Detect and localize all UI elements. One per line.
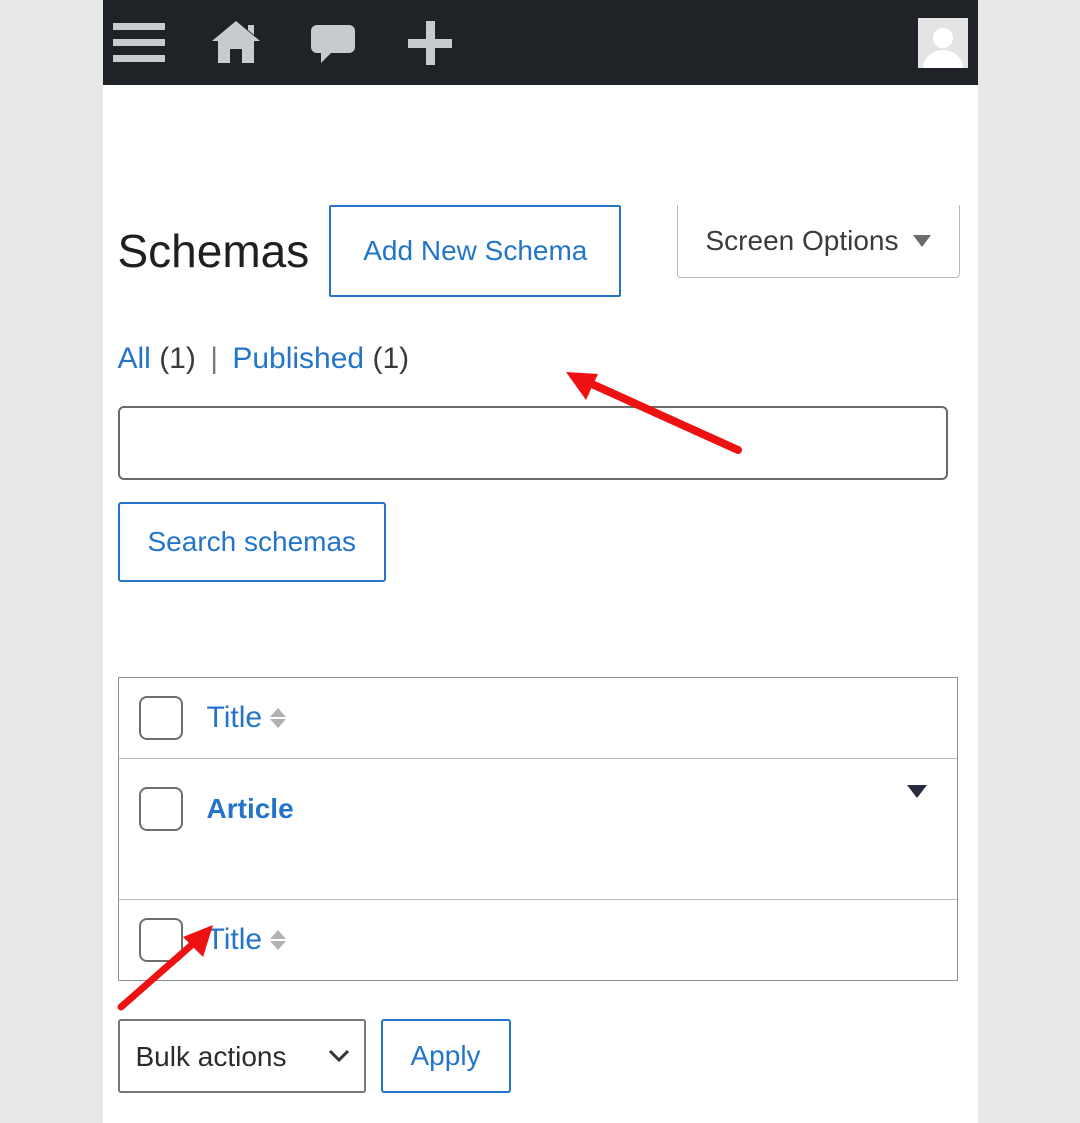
row-expand-icon[interactable] xyxy=(907,785,927,798)
comment-icon[interactable] xyxy=(307,17,359,69)
apply-button[interactable]: Apply xyxy=(381,1019,511,1093)
filter-all-link[interactable]: All xyxy=(118,342,151,375)
filter-published-link[interactable]: Published xyxy=(232,342,364,375)
table-footer-row: Title xyxy=(119,900,957,980)
page-title: Schemas xyxy=(118,224,310,278)
row-checkbox[interactable] xyxy=(139,787,183,831)
add-new-schema-button[interactable]: Add New Schema xyxy=(329,205,621,297)
column-footer-title[interactable]: Title xyxy=(207,923,287,957)
select-all-checkbox[interactable] xyxy=(139,696,183,740)
table-row: Article xyxy=(119,759,957,900)
filter-all-count: (1) xyxy=(159,342,196,375)
sort-icon xyxy=(270,708,286,728)
caret-down-icon xyxy=(913,235,931,247)
plus-icon[interactable] xyxy=(404,17,456,69)
admin-topbar xyxy=(103,0,978,85)
status-filters: All (1) | Published (1) xyxy=(118,342,963,376)
hamburger-menu-icon[interactable] xyxy=(113,17,165,69)
schemas-table: Title Article Title xyxy=(118,677,958,981)
search-schemas-button[interactable]: Search schemas xyxy=(118,502,387,582)
sort-icon xyxy=(270,930,286,950)
filter-published-count: (1) xyxy=(372,342,409,375)
avatar[interactable] xyxy=(918,18,968,68)
column-header-title[interactable]: Title xyxy=(207,701,287,735)
schema-item-link[interactable]: Article xyxy=(207,793,294,825)
screen-options-toggle[interactable]: Screen Options xyxy=(677,205,960,278)
home-icon[interactable] xyxy=(210,17,262,69)
search-input[interactable] xyxy=(118,406,948,480)
select-all-footer-checkbox[interactable] xyxy=(139,918,183,962)
table-header-row: Title xyxy=(119,678,957,759)
bulk-actions-select[interactable]: Bulk actions xyxy=(118,1019,366,1093)
screen-options-label: Screen Options xyxy=(706,225,899,257)
